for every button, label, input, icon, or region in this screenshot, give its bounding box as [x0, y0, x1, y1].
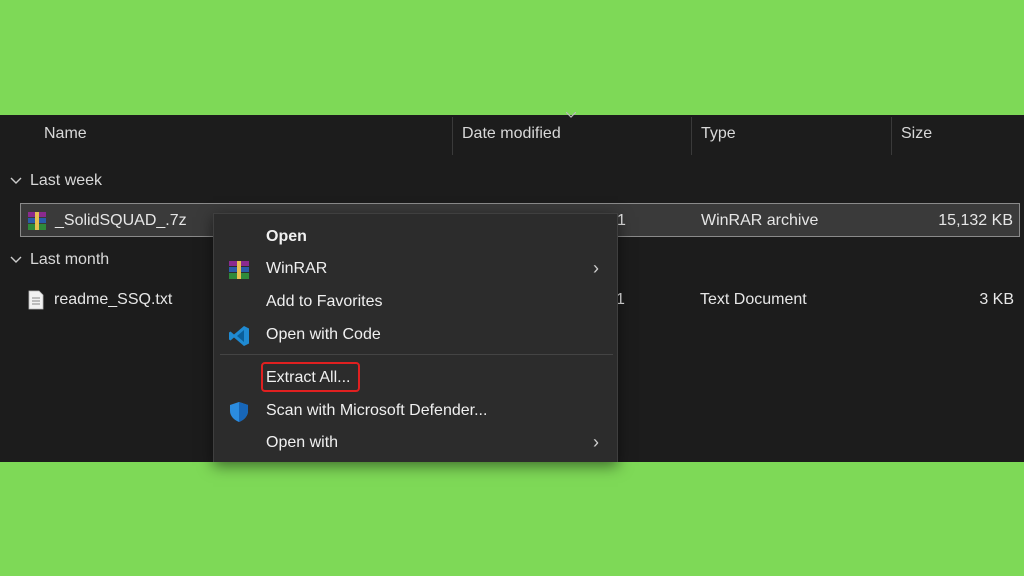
chevron-right-icon: ›: [593, 258, 599, 278]
group-label: Last week: [30, 172, 103, 189]
sort-caret-icon: [566, 112, 576, 118]
column-divider[interactable]: [691, 117, 692, 155]
menu-item-label: Open with: [266, 434, 339, 451]
file-size: 3 KB: [979, 291, 1014, 308]
file-name: readme_SSQ.txt: [54, 291, 173, 308]
column-header-bar: Name Date modified Type Size: [0, 112, 1024, 155]
file-date-modified: 1: [617, 212, 626, 229]
group-label: Last month: [30, 251, 110, 268]
menu-item-label: Add to Favorites: [266, 293, 383, 310]
menu-item-scan-defender[interactable]: Scan with Microsoft Defender...: [214, 395, 617, 428]
file-name: _SolidSQUAD_.7z: [55, 212, 187, 229]
group-header-last-month[interactable]: Last month: [10, 251, 109, 269]
menu-item-label: Scan with Microsoft Defender...: [266, 402, 488, 419]
context-menu: Open WinRAR › Add to Favorites Open with…: [213, 213, 618, 462]
menu-item-label: Open: [266, 228, 307, 245]
menu-item-open-with[interactable]: Open with ›: [214, 427, 617, 460]
winrar-icon: [229, 261, 249, 279]
text-file-icon: [28, 290, 44, 310]
column-divider[interactable]: [891, 117, 892, 155]
annotation-highlight-box: [261, 362, 360, 392]
menu-item-open[interactable]: Open: [214, 221, 617, 254]
winrar-icon: [28, 212, 46, 230]
column-header-date-modified[interactable]: Date modified: [462, 125, 561, 143]
group-header-last-week[interactable]: Last week: [10, 172, 102, 190]
column-divider[interactable]: [452, 117, 453, 155]
menu-divider: [220, 354, 613, 355]
defender-shield-icon: [230, 402, 248, 422]
menu-item-label: WinRAR: [266, 260, 328, 277]
vscode-icon: [229, 326, 249, 346]
column-header-size[interactable]: Size: [901, 125, 932, 143]
menu-item-add-to-favorites[interactable]: Add to Favorites: [214, 286, 617, 319]
chevron-down-icon: [10, 251, 26, 269]
menu-item-label: Open with Code: [266, 326, 381, 343]
column-header-name[interactable]: Name: [44, 125, 87, 143]
file-size: 15,132 KB: [938, 212, 1013, 229]
file-type: WinRAR archive: [701, 212, 819, 229]
column-header-type[interactable]: Type: [701, 125, 736, 143]
file-type: Text Document: [700, 291, 807, 308]
menu-item-winrar[interactable]: WinRAR ›: [214, 253, 617, 286]
menu-item-open-with-code[interactable]: Open with Code: [214, 319, 617, 352]
chevron-down-icon: [10, 172, 26, 190]
chevron-right-icon: ›: [593, 432, 599, 452]
